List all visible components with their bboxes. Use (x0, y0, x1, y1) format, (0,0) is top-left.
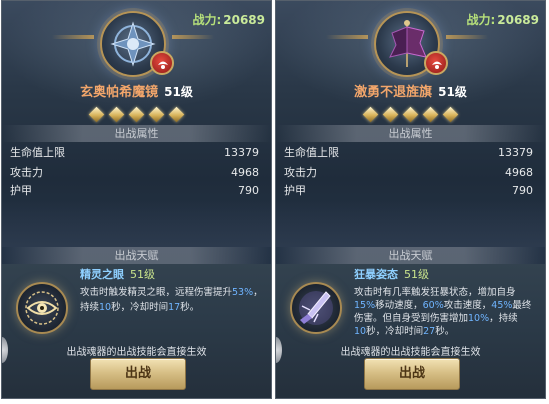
desc-text: 攻击时触发精灵之眼，远程伤害提升 (80, 287, 233, 298)
attributes-header: 出战属性 (2, 125, 271, 142)
stat-label: 攻击力 (10, 166, 43, 179)
desc-highlight: 53% (232, 287, 254, 298)
talent-description-line: 持续10秒，冷却时间17秒。 (80, 300, 268, 315)
emblem-wing-right (446, 35, 488, 39)
talent-title: 狂暴姿态 (354, 268, 398, 281)
stat-row-attack: 攻击力 4968 (284, 164, 539, 182)
stat-value: 4968 (505, 166, 533, 179)
combat-power-value: 20689 (497, 13, 539, 27)
star-icon (128, 106, 145, 123)
relic-title: 激勇不退旌旗 51级 (276, 81, 545, 100)
desc-text: 移动速度， (375, 300, 423, 311)
star-icon (362, 106, 379, 123)
desc-highlight: 10 (354, 326, 367, 337)
desc-text: 秒。 (180, 302, 200, 313)
star-icon (422, 106, 439, 123)
emblem-wing-left (52, 35, 94, 39)
eye-icon (16, 282, 68, 334)
relic-panel-right: 战力: 20689 激勇不退旌旗 51级 出战属性 生命值上限 13379 攻击力 … (275, 0, 546, 399)
relic-type-badge-icon (150, 51, 174, 75)
desc-text: 秒，冷却时间 (366, 326, 424, 337)
star-rating (2, 105, 271, 123)
talent-description-line: 攻击时触发精灵之眼，远程伤害提升53%， (80, 285, 268, 300)
stat-value: 13379 (224, 146, 259, 159)
talent-name: 精灵之眼 51级 (80, 266, 155, 282)
talent-description-line: 10秒，冷却时间27秒。 (354, 324, 542, 339)
spear-burst-icon (290, 282, 342, 334)
stat-row-armor: 护甲 790 (284, 182, 539, 200)
stat-label: 生命值上限 (284, 146, 339, 159)
stat-label: 生命值上限 (10, 146, 65, 159)
stat-row-armor: 护甲 790 (10, 182, 265, 200)
star-rating (276, 105, 545, 123)
desc-highlight: 10% (468, 313, 490, 324)
star-icon (168, 106, 185, 123)
desc-highlight: 27 (423, 326, 436, 337)
deploy-button[interactable]: 出战 (364, 358, 460, 390)
talent-name: 狂暴姿态 51级 (354, 266, 429, 282)
star-icon (442, 106, 459, 123)
emblem-wing-right (172, 35, 214, 39)
talent-note: 出战魂器的出战技能会直接生效 (66, 347, 207, 358)
emblem-wing-left (326, 35, 368, 39)
desc-highlight: 10 (99, 302, 112, 313)
stat-row-hp: 生命值上限 13379 (10, 144, 265, 162)
star-icon (108, 106, 125, 123)
stat-row-hp: 生命值上限 13379 (284, 144, 539, 162)
stat-row-attack: 攻击力 4968 (10, 164, 265, 182)
combat-power: 战力: 20689 (192, 11, 265, 28)
talent-level: 51级 (130, 268, 155, 281)
combat-power-label: 战力: (466, 13, 496, 27)
relic-level: 51级 (438, 85, 467, 99)
desc-text: 攻击速度， (443, 300, 492, 311)
stat-label: 护甲 (10, 184, 32, 197)
desc-text: 攻击时有几率触发狂暴状态，增加自身 (354, 287, 516, 298)
stat-value: 790 (238, 184, 259, 197)
talent-header: 出战天赋 (276, 247, 545, 264)
relic-panel-left: 战力: 20689 玄奥帕希魔镜 51级 出战属性 生命值上限 13379 攻击力 … (1, 0, 272, 399)
desc-text: 秒，冷却时间 (111, 302, 169, 313)
desc-highlight: 60% (422, 300, 444, 311)
relic-title: 玄奥帕希魔镜 51级 (2, 81, 271, 100)
stat-label: 攻击力 (284, 166, 317, 179)
desc-text: ， (253, 287, 263, 298)
deploy-button[interactable]: 出战 (90, 358, 186, 390)
star-icon (88, 106, 105, 123)
attributes-header: 出战属性 (276, 125, 545, 142)
desc-highlight: 15% (354, 300, 376, 311)
desc-text: 秒。 (435, 326, 455, 337)
desc-text: ，持续 (489, 313, 518, 324)
stat-value: 4968 (231, 166, 259, 179)
stat-value: 790 (512, 184, 533, 197)
mid-background (2, 201, 271, 247)
talent-note: 出战魂器的出战技能会直接生效 (340, 347, 481, 358)
desc-highlight: 17 (168, 302, 181, 313)
talent-header: 出战天赋 (2, 247, 271, 264)
desc-text: 伤害。但自身受到伤害增加 (354, 313, 469, 324)
relic-name: 玄奥帕希魔镜 (80, 85, 159, 100)
stat-label: 护甲 (284, 184, 306, 197)
relic-name: 激勇不退旌旗 (354, 85, 433, 100)
combat-power-label: 战力: (192, 13, 222, 27)
star-icon (148, 106, 165, 123)
talent-title: 精灵之眼 (80, 268, 124, 281)
desc-highlight: 45% (491, 300, 513, 311)
combat-power-value: 20689 (223, 13, 265, 27)
mid-background (276, 201, 545, 247)
star-icon (382, 106, 399, 123)
talent-level: 51级 (404, 268, 429, 281)
desc-text: 持续 (80, 302, 100, 313)
relic-type-badge-icon (424, 51, 448, 75)
relic-level: 51级 (164, 85, 193, 99)
combat-power: 战力: 20689 (466, 11, 539, 28)
desc-text: 最终 (512, 300, 532, 311)
stat-value: 13379 (498, 146, 533, 159)
star-icon (402, 106, 419, 123)
